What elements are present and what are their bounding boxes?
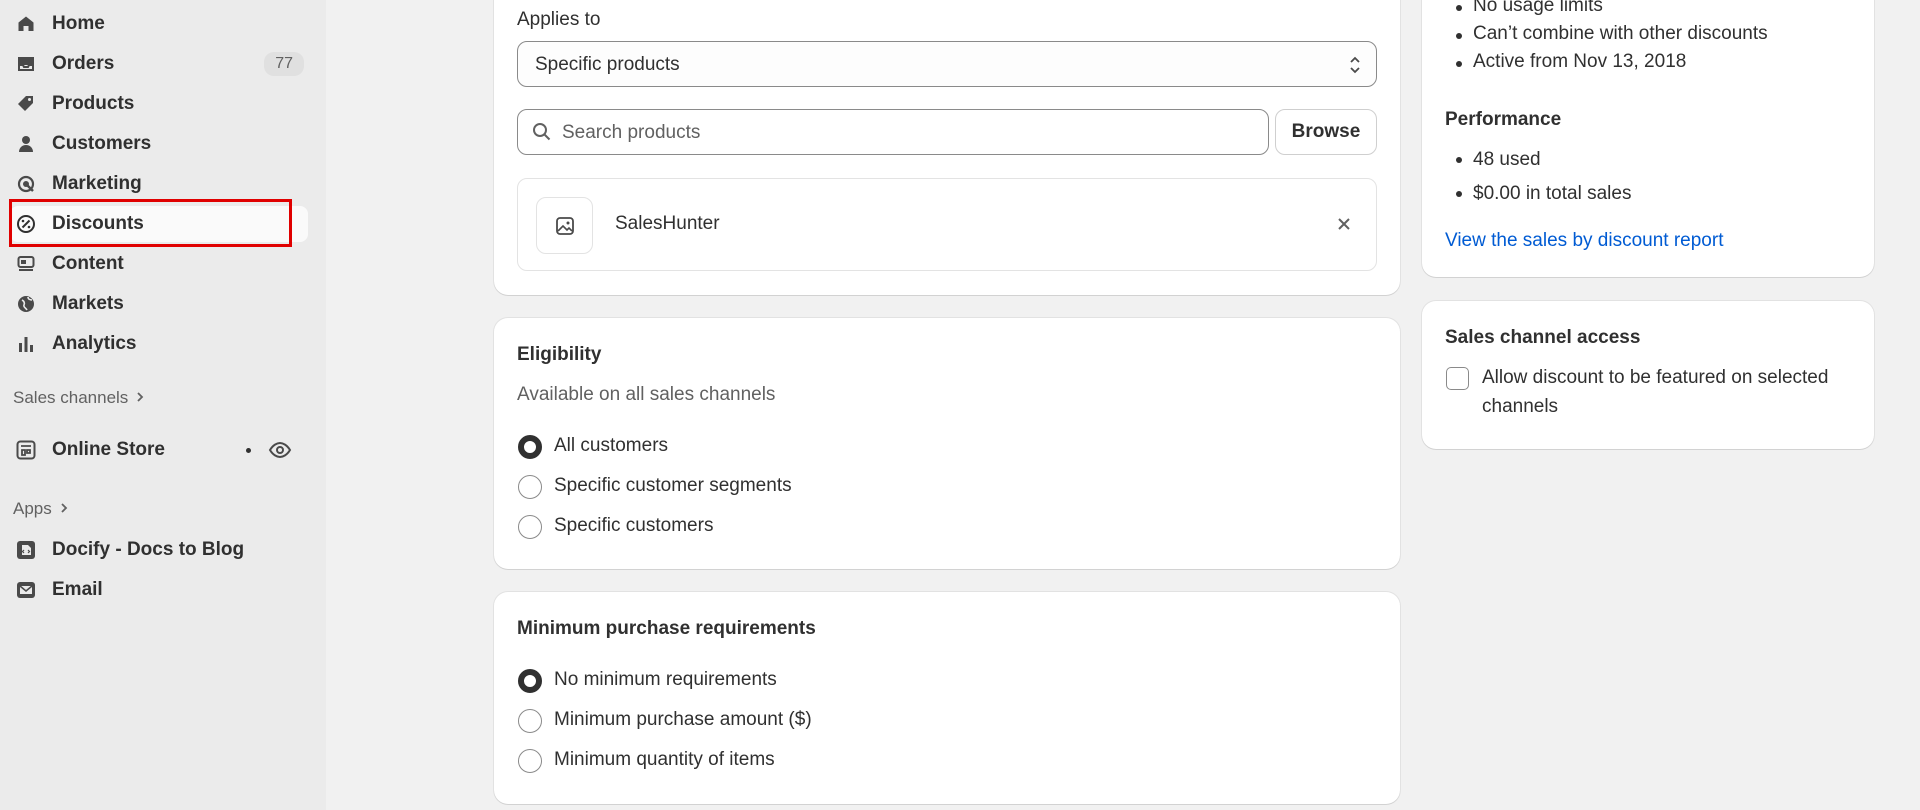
summary-detail: No usage limits <box>1473 0 1603 16</box>
featured-channels-checkbox[interactable] <box>1446 367 1469 390</box>
radio-button[interactable] <box>518 435 542 459</box>
sidebar-item-label: Analytics <box>52 333 137 354</box>
bullet <box>1456 5 1462 11</box>
radio-button[interactable] <box>518 709 542 733</box>
product-image-placeholder-icon <box>536 197 593 254</box>
search-icon <box>532 122 552 147</box>
sidebar-item-docify[interactable]: Docify - Docs to Blog <box>10 532 308 568</box>
applies-to-label: Applies to <box>517 9 601 30</box>
sidebar-item-online-store[interactable]: Online Store <box>10 432 308 468</box>
sidebar-item-markets[interactable]: Markets <box>10 286 308 322</box>
sidebar: Home Orders 77 Products Customers Market… <box>0 0 326 810</box>
minimum-requirements-title: Minimum purchase requirements <box>517 618 816 639</box>
remove-product-close-icon[interactable] <box>1336 216 1352 237</box>
sidebar-item-customers[interactable]: Customers <box>10 126 308 162</box>
search-placeholder: Search products <box>562 122 701 143</box>
sidebar-item-label: Customers <box>52 133 152 154</box>
select-chevron-icon <box>1348 54 1362 81</box>
docify-app-icon <box>16 540 36 560</box>
radio-label: Specific customer segments <box>554 475 792 496</box>
apps-header[interactable]: Apps <box>13 499 68 519</box>
bullet <box>1456 191 1462 197</box>
selected-product-row: SalesHunter <box>517 178 1377 271</box>
sales-channel-access-title: Sales channel access <box>1445 327 1641 348</box>
sidebar-item-products[interactable]: Products <box>10 86 308 122</box>
sidebar-item-label: Products <box>52 93 135 114</box>
chevron-right-icon <box>60 499 68 519</box>
sidebar-item-analytics[interactable]: Analytics <box>10 326 308 362</box>
content-icon <box>16 254 36 274</box>
email-icon <box>16 580 36 600</box>
applies-to-select-value: Specific products <box>535 54 680 75</box>
radio-label: Specific customers <box>554 515 714 536</box>
sidebar-item-home[interactable]: Home <box>10 6 308 42</box>
target-icon <box>16 174 36 194</box>
sidebar-item-content[interactable]: Content <box>10 246 308 282</box>
status-dot <box>246 448 251 453</box>
discounts-highlight-box <box>9 199 292 247</box>
sidebar-item-marketing[interactable]: Marketing <box>10 166 308 202</box>
summary-detail: Active from Nov 13, 2018 <box>1473 51 1687 72</box>
sidebar-item-label: Email <box>52 579 103 600</box>
radio-label: No minimum requirements <box>554 669 777 690</box>
sales-channels-label: Sales channels <box>13 388 129 407</box>
radio-button[interactable] <box>518 669 542 693</box>
bullet <box>1456 33 1462 39</box>
orders-count-badge: 77 <box>264 52 304 76</box>
sidebar-item-email[interactable]: Email <box>10 572 308 608</box>
product-name: SalesHunter <box>615 213 720 234</box>
sidebar-item-label: Marketing <box>52 173 142 194</box>
radio-label: Minimum quantity of items <box>554 749 775 770</box>
bullet <box>1456 61 1462 67</box>
sales-channels-header[interactable]: Sales channels <box>13 388 144 408</box>
eligibility-title: Eligibility <box>517 344 602 365</box>
browse-button[interactable]: Browse <box>1275 109 1377 155</box>
checkbox-label-line1: Allow discount to be featured on selecte… <box>1482 367 1829 388</box>
search-products-input[interactable]: Search products <box>517 109 1269 155</box>
sidebar-item-label: Docify - Docs to Blog <box>52 539 245 560</box>
sales-report-link[interactable]: View the sales by discount report <box>1445 230 1723 252</box>
chevron-right-icon <box>136 388 144 408</box>
radio-label: Minimum purchase amount ($) <box>554 709 812 730</box>
sidebar-item-label: Orders <box>52 53 115 74</box>
bullet <box>1456 157 1462 163</box>
radio-button[interactable] <box>518 515 542 539</box>
tag-icon <box>16 94 36 114</box>
orders-inbox-icon <box>16 54 36 74</box>
eligibility-subtitle: Available on all sales channels <box>517 384 776 405</box>
sidebar-item-label: Content <box>52 253 124 274</box>
sidebar-item-label: Home <box>52 13 105 34</box>
performance-item: 48 used <box>1473 149 1541 170</box>
sidebar-item-label: Online Store <box>52 439 165 460</box>
performance-title: Performance <box>1445 109 1562 130</box>
apps-label: Apps <box>13 499 52 518</box>
sidebar-item-orders[interactable]: Orders 77 <box>10 46 308 82</box>
globe-icon <box>16 294 36 314</box>
sidebar-item-label: Markets <box>52 293 124 314</box>
applies-to-select[interactable]: Specific products <box>517 41 1377 87</box>
home-icon <box>16 14 36 34</box>
bar-chart-icon <box>16 334 36 354</box>
checkbox-label-line2: channels <box>1482 396 1559 417</box>
person-icon <box>16 134 36 154</box>
store-icon <box>16 440 36 460</box>
performance-item: $0.00 in total sales <box>1473 183 1632 204</box>
radio-button[interactable] <box>518 475 542 499</box>
eye-icon[interactable] <box>268 440 292 460</box>
radio-label: All customers <box>554 435 669 456</box>
summary-detail: Can’t combine with other discounts <box>1473 23 1768 44</box>
radio-button[interactable] <box>518 749 542 773</box>
